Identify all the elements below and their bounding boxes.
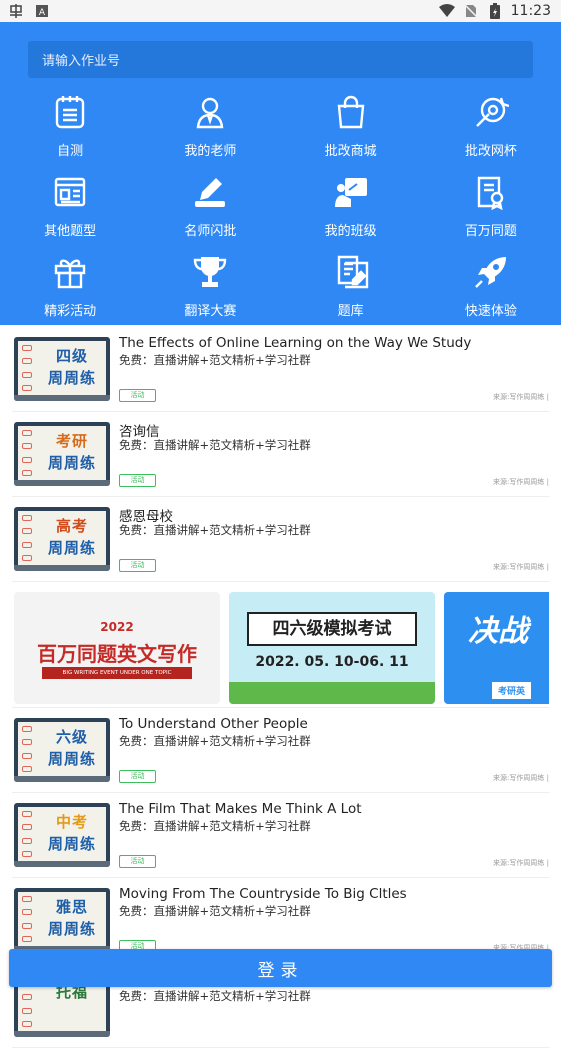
no-sim-icon	[463, 3, 479, 19]
grid-item-mall[interactable]: 批改商城	[281, 88, 421, 168]
item-source: 来源:写作周周练 |	[493, 859, 549, 867]
banner3-ribbon: 考研英	[492, 682, 532, 699]
thumb-line2: 周周练	[47, 920, 96, 938]
activity-tag: 活动	[119, 770, 156, 783]
item-thumbnail: 考研 周周练	[14, 422, 110, 486]
status-time: 11:23	[510, 3, 551, 19]
shopping-bag-icon	[331, 92, 371, 132]
rocket-icon	[471, 252, 511, 292]
item-source: 来源:写作周周练 |	[493, 393, 549, 401]
item-subtitle: 免费：直播讲解+范文精析+学习社群	[119, 353, 311, 367]
article-list: 四级 周周练 The Effects of Online Learning on…	[0, 327, 561, 1048]
item-thumbnail: 中考 周周练	[14, 803, 110, 867]
certificate-icon	[471, 172, 511, 212]
item-subtitle: 免费：直播讲解+范文精析+学习社群	[119, 438, 311, 452]
item-source: 来源:写作周周练 |	[493, 478, 549, 486]
grid-item-my-teacher[interactable]: 我的老师	[140, 88, 280, 168]
banner1-title: 百万同题英文写作	[37, 642, 197, 666]
thumb-line2: 周周练	[47, 369, 96, 387]
grid-item-my-class[interactable]: 我的班级	[281, 168, 421, 248]
item-subtitle: 免费：直播讲解+范文精析+学习社群	[119, 989, 311, 1003]
item-source: 来源:写作周周练 |	[493, 563, 549, 571]
wifi-icon	[438, 3, 455, 19]
thumb-line1: 高考	[55, 517, 88, 535]
item-subtitle: 免费：直播讲解+范文精析+学习社群	[119, 904, 311, 918]
item-thumbnail: 四级 周周练	[14, 337, 110, 401]
notebook-icon	[50, 92, 90, 132]
thumb-line1: 中考	[55, 813, 88, 831]
classroom-icon	[331, 172, 371, 212]
item-thumbnail: 六级 周周练	[14, 718, 110, 782]
list-item[interactable]: 六级 周周练 To Understand Other People 免费：直播讲…	[12, 708, 549, 793]
thumb-line1: 考研	[55, 432, 88, 450]
thumb-line1: 六级	[55, 728, 88, 746]
a-notification-icon: A	[34, 3, 50, 19]
item-thumbnail: 高考 周周练	[14, 507, 110, 571]
thumb-line2: 周周练	[47, 454, 96, 472]
gift-icon	[50, 252, 90, 292]
grid-item-question-bank[interactable]: 题库	[281, 248, 421, 328]
banner2-date: 2022. 05. 10-06. 11	[255, 654, 409, 670]
teacher-icon	[190, 92, 230, 132]
activity-tag: 活动	[119, 474, 156, 487]
trophy-icon	[190, 252, 230, 292]
grid-item-activities[interactable]: 精彩活动	[0, 248, 140, 328]
status-bar: A 11:23	[0, 0, 561, 22]
item-title: To Understand Other People	[119, 716, 308, 732]
item-thumbnail: 雅思 周周练	[14, 888, 110, 952]
thumb-line1: 四级	[55, 347, 88, 365]
thumb-line2: 周周练	[47, 750, 96, 768]
banner3-title: 决战	[468, 614, 528, 649]
thumb-line2: 周周练	[47, 539, 96, 557]
item-subtitle: 免费：直播讲解+范文精析+学习社群	[119, 819, 311, 833]
list-item[interactable]: 考研 周周练 咨询信 免费：直播讲解+范文精析+学习社群 活动 来源:写作周周练…	[12, 412, 549, 497]
activity-tag: 活动	[119, 389, 156, 402]
battery-icon	[487, 3, 503, 19]
banner1-strip: BIG WRITING EVENT UNDER ONE TOPIC	[42, 667, 192, 679]
login-button[interactable]: 登录	[9, 949, 552, 987]
thumb-line2: 周周练	[47, 835, 96, 853]
item-title: The Effects of Online Learning on the Wa…	[119, 335, 472, 351]
search-placeholder: 请输入作业号	[42, 54, 121, 69]
grid-item-other-types[interactable]: 其他题型	[0, 168, 140, 248]
grid-item-flash-review[interactable]: 名师闪批	[140, 168, 280, 248]
banner-cet-mock-exam[interactable]: 四六级模拟考试 2022. 05. 10-06. 11	[229, 592, 435, 704]
activity-tag: 活动	[119, 855, 156, 868]
list-item[interactable]: 四级 周周练 The Effects of Online Learning on…	[12, 327, 549, 412]
banner-million-topic[interactable]: 2022 百万同题英文写作 BIG WRITING EVENT UNDER ON…	[14, 592, 220, 704]
grid-item-quick-trial[interactable]: 快速体验	[421, 248, 561, 328]
documents-icon	[331, 252, 371, 292]
list-item[interactable]: 高考 周周练 感恩母校 免费：直播讲解+范文精析+学习社群 活动 来源:写作周周…	[12, 497, 549, 582]
activity-tag: 活动	[119, 559, 156, 572]
grid-item-cup[interactable]: 批改网杯	[421, 88, 561, 168]
item-title: Moving From The Countryside To Big Cltle…	[119, 886, 407, 902]
list-item[interactable]: 中考 周周练 The Film That Makes Me Think A Lo…	[12, 793, 549, 878]
item-title: The Film That Makes Me Think A Lot	[119, 801, 362, 817]
homework-id-search[interactable]: 请输入作业号	[28, 41, 533, 78]
item-subtitle: 免费：直播讲解+范文精析+学习社群	[119, 734, 311, 748]
app-notification-icon	[8, 3, 24, 19]
writing-hand-icon	[190, 172, 230, 212]
target-icon	[471, 92, 511, 132]
grid-item-translation-contest[interactable]: 翻译大赛	[140, 248, 280, 328]
promo-banner-carousel[interactable]: 2022 百万同题英文写作 BIG WRITING EVENT UNDER ON…	[12, 582, 549, 708]
item-subtitle: 免费：直播讲解+范文精析+学习社群	[119, 523, 311, 537]
banner2-title: 四六级模拟考试	[247, 612, 417, 646]
header-panel: 请输入作业号 自测 我的老师 批改商城 批改网杯 其他题型 名师闪批 我的班级 …	[0, 22, 561, 325]
banner1-year: 2022	[100, 620, 134, 634]
banner-kaoyan[interactable]: 决战 考研英	[444, 592, 549, 704]
item-source: 来源:写作周周练 |	[493, 774, 549, 782]
grid-item-million-topic[interactable]: 百万同题	[421, 168, 561, 248]
thumb-line1: 雅思	[55, 898, 88, 916]
feature-grid: 自测 我的老师 批改商城 批改网杯 其他题型 名师闪批 我的班级 百万同题 精彩…	[0, 88, 561, 328]
grid-item-self-test[interactable]: 自测	[0, 88, 140, 168]
svg-text:A: A	[39, 8, 46, 18]
webpage-icon	[50, 172, 90, 212]
